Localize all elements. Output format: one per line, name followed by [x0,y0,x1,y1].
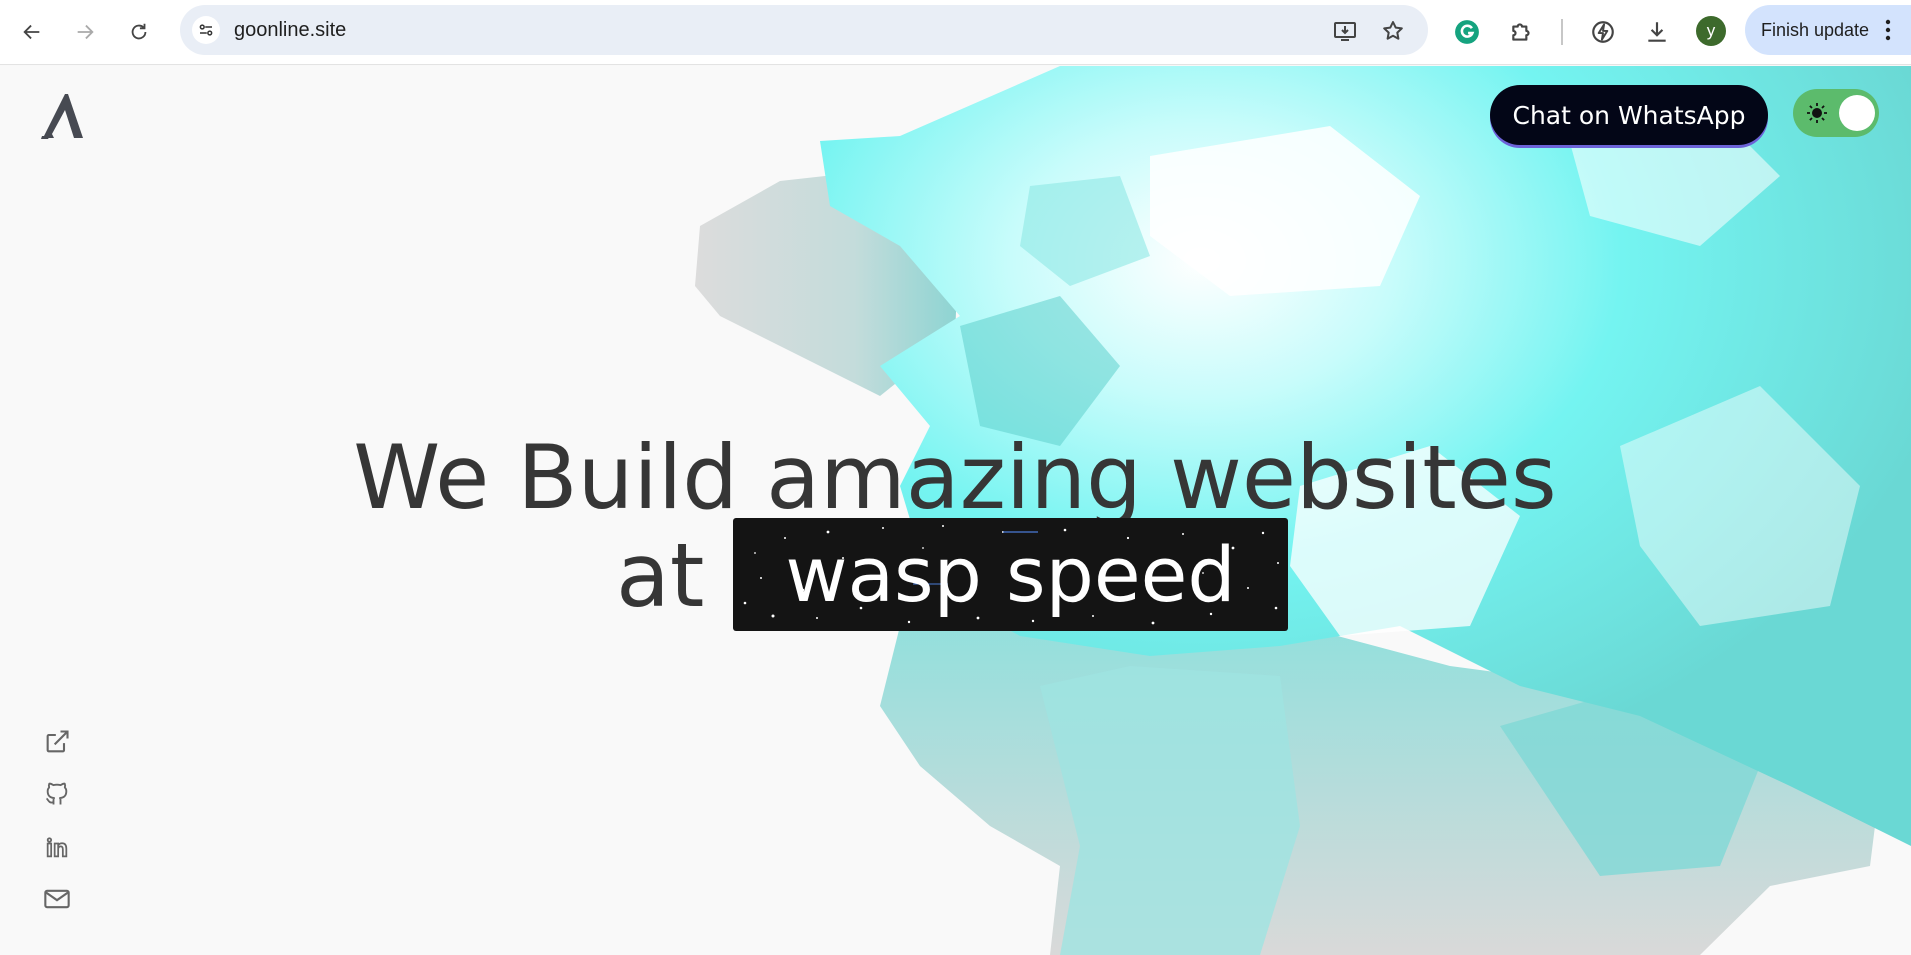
forward-button[interactable] [67,14,103,50]
finish-update-label: Finish update [1761,20,1870,40]
grammarly-extension-button[interactable] [1452,17,1482,47]
reload-icon [131,23,147,40]
tune-icon [199,24,213,36]
download-icon [1648,22,1666,42]
install-app-icon [1334,22,1356,41]
github-icon [46,782,68,805]
profile-initial: y [1706,21,1716,40]
linkedin-icon [46,837,68,858]
performance-icon [1592,21,1614,43]
finish-update-button[interactable]: Finish update [1745,5,1911,55]
star-icon [1383,21,1403,40]
github-link[interactable] [42,779,72,809]
page-content: Chat on WhatsApp We Build amazing websit… [0,66,1911,955]
vertical-dots-icon[interactable] [1882,18,1894,42]
downloads-button[interactable] [1642,17,1672,47]
back-arrow-icon [23,24,40,40]
address-bar[interactable]: goonline.site [180,5,1428,55]
forward-arrow-icon [77,24,94,40]
grammarly-icon [1455,20,1479,44]
install-app-button[interactable] [1331,17,1359,45]
extensions-button[interactable] [1507,17,1537,47]
chat-on-whatsapp-button[interactable]: Chat on WhatsApp [1490,85,1768,145]
mail-icon [44,889,70,909]
toggle-knob [1839,95,1875,131]
decorative-3d-blob [695,66,1911,955]
puzzle-icon [1512,23,1530,41]
back-button[interactable] [14,14,50,50]
url-text[interactable]: goonline.site [234,19,346,42]
email-link[interactable] [42,884,72,914]
bookmark-button[interactable] [1379,17,1407,45]
brand-logo[interactable] [38,90,86,140]
performance-button[interactable] [1588,17,1618,47]
external-link-icon [46,730,69,753]
toolbar-divider [1561,19,1563,45]
linkedin-link[interactable] [42,832,72,862]
site-info-button[interactable] [192,16,220,44]
profile-avatar[interactable]: y [1696,16,1726,46]
sun-icon [1807,103,1827,123]
theme-toggle[interactable] [1793,89,1879,137]
browser-toolbar: goonline.site y Finish update [0,0,1911,65]
external-link-button[interactable] [42,727,72,757]
reload-button[interactable] [121,14,157,50]
